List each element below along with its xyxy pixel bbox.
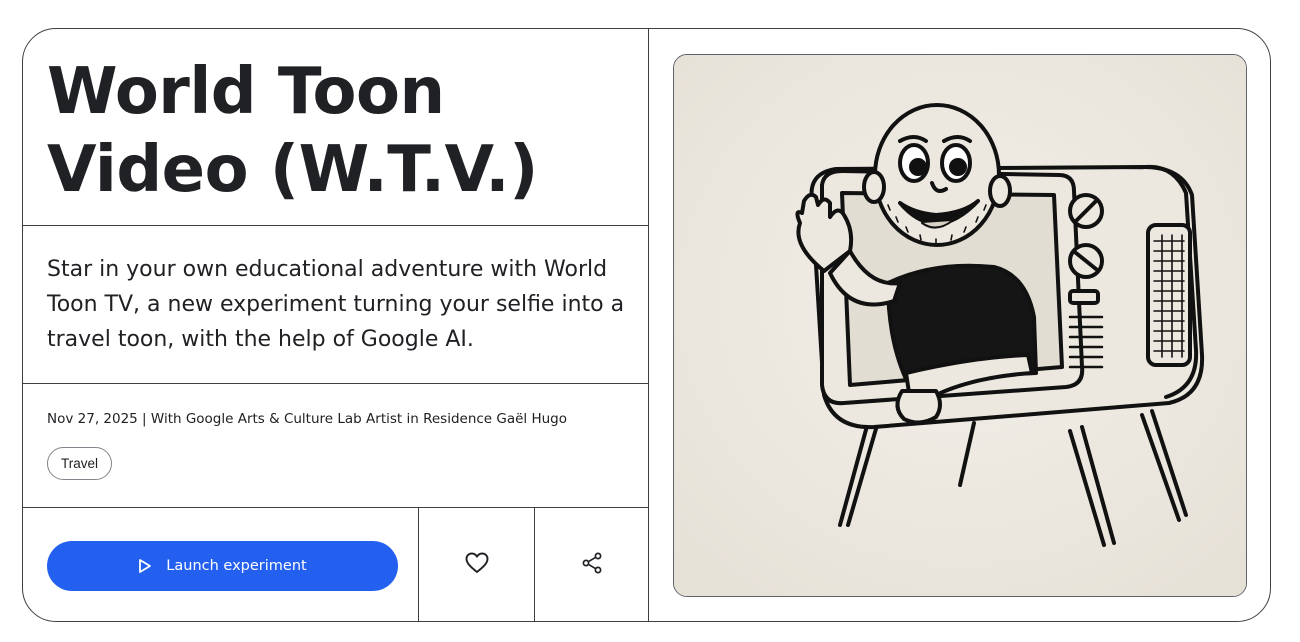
- cartoon-tv-illustration: [674, 55, 1246, 596]
- date-credit-text: Nov 27, 2025 | With Google Arts & Cultur…: [47, 411, 568, 427]
- like-cell: [419, 508, 535, 621]
- heart-icon: [465, 552, 489, 579]
- play-icon: [138, 558, 152, 574]
- title-section: World Toon Video (W.T.V.): [23, 29, 648, 226]
- description-section: Star in your own educational adventure w…: [23, 226, 648, 384]
- tag-chip-travel[interactable]: Travel: [47, 447, 113, 480]
- page-title: World Toon Video (W.T.V.): [47, 53, 538, 209]
- info-panel: World Toon Video (W.T.V.) Star in your ow…: [23, 29, 649, 621]
- title-line-2: Video (W.T.V.): [47, 133, 538, 207]
- title-line-1: World Toon: [47, 55, 445, 129]
- meta-section: Nov 27, 2025 | With Google Arts & Cultur…: [23, 384, 648, 508]
- hero-illustration: [673, 54, 1247, 597]
- launch-cell: Launch experiment: [23, 508, 419, 621]
- actions-row: Launch experiment: [23, 508, 648, 621]
- description-text: Star in your own educational adventure w…: [47, 257, 625, 352]
- like-button[interactable]: [455, 544, 499, 588]
- launch-button-label: Launch experiment: [166, 558, 307, 574]
- share-cell: [535, 508, 648, 621]
- experiment-card: World Toon Video (W.T.V.) Star in your ow…: [22, 28, 1271, 622]
- launch-experiment-button[interactable]: Launch experiment: [47, 541, 398, 591]
- share-button[interactable]: [570, 544, 614, 588]
- share-icon: [581, 552, 603, 579]
